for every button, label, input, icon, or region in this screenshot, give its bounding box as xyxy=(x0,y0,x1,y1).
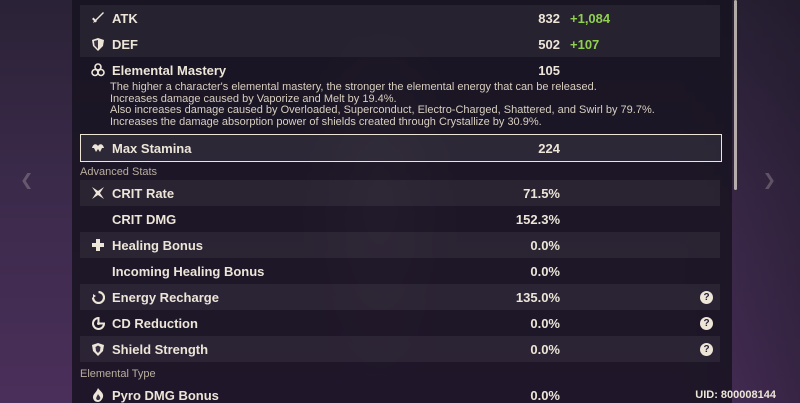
help-icon[interactable]: ? xyxy=(700,342,713,356)
stat-value: 0.0% xyxy=(530,237,560,253)
stat-label: CRIT DMG xyxy=(112,211,177,227)
stat-value: 152.3% xyxy=(515,211,560,227)
stat-label: Pyro DMG Bonus xyxy=(112,387,219,403)
shield-icon xyxy=(88,37,108,51)
cooldown-icon xyxy=(88,316,108,330)
stat-value: 0.0% xyxy=(530,387,560,403)
stat-value: 0.0% xyxy=(530,341,560,357)
cross-icon xyxy=(88,239,108,251)
stat-value: 105 xyxy=(538,62,560,78)
energy-recharge-icon xyxy=(88,290,108,304)
sword-icon xyxy=(88,11,108,25)
stat-value: 224 xyxy=(538,140,560,156)
stat-row-atk: ATK 832 +1,084 xyxy=(80,5,720,31)
stat-value: 135.0% xyxy=(515,289,560,305)
stat-bonus-value: +1,084 xyxy=(570,10,611,26)
pyro-icon xyxy=(88,388,108,402)
stat-value: 0.0% xyxy=(530,315,560,331)
elemental-mastery-icon xyxy=(88,63,108,77)
help-icon[interactable]: ? xyxy=(700,290,713,304)
stat-label: CRIT Rate xyxy=(112,185,175,201)
stat-base-value: 832 xyxy=(538,10,560,26)
stat-row-elemental-mastery: Elemental Mastery 105 xyxy=(80,57,720,83)
stat-row-healing-bonus[interactable]: Healing Bonus 0.0% xyxy=(80,232,720,258)
stat-row-crit-dmg[interactable]: CRIT DMG 152.3% xyxy=(80,206,720,232)
description-line: Increases the damage absorption power of… xyxy=(110,115,542,128)
elemental-mastery-description: The higher a character's elemental maste… xyxy=(110,81,710,128)
stat-label: CD Reduction xyxy=(112,315,198,331)
stat-label: Max Stamina xyxy=(112,140,192,156)
shield-strength-icon xyxy=(88,342,108,356)
stat-row-energy-recharge[interactable]: Energy Recharge 135.0% ? xyxy=(80,284,720,310)
stat-label: Incoming Healing Bonus xyxy=(112,263,265,279)
crit-icon xyxy=(88,186,108,200)
stat-value: 0.0% xyxy=(530,263,560,279)
stat-label: ATK xyxy=(112,10,138,26)
stat-label: Energy Recharge xyxy=(112,289,219,305)
stat-bonus-value: +107 xyxy=(570,36,600,52)
stat-row-shield-strength[interactable]: Shield Strength 0.0% ? xyxy=(80,336,720,362)
stat-label: Healing Bonus xyxy=(112,237,204,253)
section-header-advanced: Advanced Stats xyxy=(80,166,158,178)
stat-label: Shield Strength xyxy=(112,341,209,357)
stat-label: DEF xyxy=(112,36,138,52)
stat-row-max-stamina[interactable]: Max Stamina 224 xyxy=(80,135,720,161)
description-line: The higher a character's elemental maste… xyxy=(110,81,597,93)
uid-label: UID: 800008144 xyxy=(695,389,776,401)
stat-row-cd-reduction[interactable]: CD Reduction 0.0% ? xyxy=(80,310,720,336)
scrollbar[interactable] xyxy=(734,0,737,190)
stat-base-value: 502 xyxy=(538,36,560,52)
stat-row-def: DEF 502 +107 xyxy=(80,31,720,57)
stat-row-crit-rate[interactable]: CRIT Rate 71.5% xyxy=(80,180,720,206)
stat-value: 71.5% xyxy=(523,185,560,201)
stat-row-incoming-healing[interactable]: Incoming Healing Bonus 0.0% xyxy=(80,258,720,284)
description-line: Also increases damage caused by Overload… xyxy=(110,104,655,116)
next-arrow-icon[interactable]: ❯ xyxy=(763,170,776,190)
help-icon[interactable]: ? xyxy=(700,316,713,330)
stat-row-pyro-dmg[interactable]: Pyro DMG Bonus 0.0% xyxy=(80,382,720,403)
stat-label: Elemental Mastery xyxy=(112,62,227,78)
section-header-elemental: Elemental Type xyxy=(80,368,156,380)
prev-arrow-icon[interactable]: ❮ xyxy=(20,170,33,190)
stamina-icon xyxy=(88,142,108,154)
